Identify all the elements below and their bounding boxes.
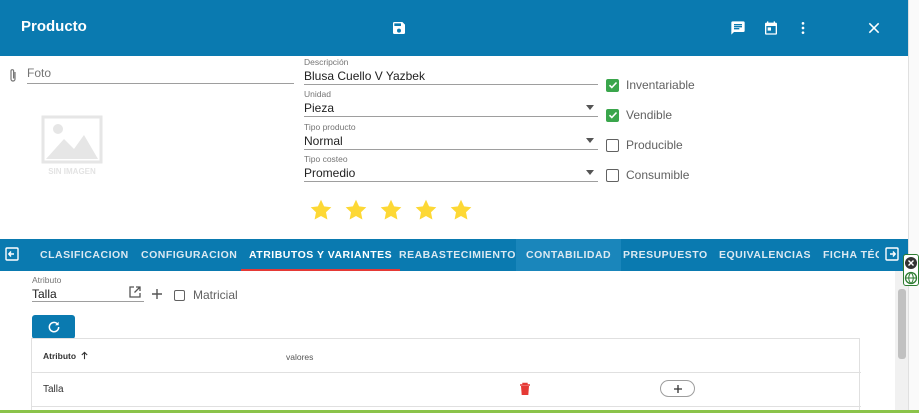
sort-ascending-icon[interactable] <box>80 351 89 360</box>
star-icon[interactable] <box>414 198 438 222</box>
delete-icon[interactable] <box>519 382 531 396</box>
unidad-label: Unidad <box>304 89 331 99</box>
star-icon[interactable] <box>379 198 403 222</box>
checkbox-unchecked-icon[interactable] <box>606 138 619 152</box>
more-vert-icon[interactable] <box>791 16 815 40</box>
tab-reabastecimiento[interactable]: REABASTECIMIENTO <box>399 239 516 271</box>
tab-equivalencias[interactable]: EQUIVALENCIAS <box>719 239 811 271</box>
vendible-label: Vendible <box>626 108 673 122</box>
active-tab-indicator <box>241 269 401 271</box>
descripcion-label: Descripción <box>304 57 349 67</box>
scrollbar-thumb[interactable] <box>898 289 906 359</box>
foto-field[interactable]: Foto <box>27 66 294 84</box>
refresh-icon <box>48 321 59 333</box>
checkbox-checked-icon[interactable] <box>606 78 619 92</box>
star-icon[interactable] <box>309 198 333 222</box>
column-header-atributo-label: Atributo <box>43 351 77 361</box>
no-image-placeholder: SIN IMAGEN <box>40 115 104 177</box>
star-icon[interactable] <box>449 198 473 222</box>
tipo-costeo-field[interactable]: Tipo costeo Promedio <box>304 154 598 182</box>
tipo-producto-select[interactable]: Normal <box>304 133 598 150</box>
tipo-costeo-label: Tipo costeo <box>304 154 348 164</box>
tab-contabilidad[interactable]: CONTABILIDAD <box>516 239 622 271</box>
unidad-field[interactable]: Unidad Pieza <box>304 89 598 117</box>
row-divider <box>32 406 861 407</box>
matricial-checkbox[interactable]: Matricial <box>174 288 238 302</box>
star-icon[interactable] <box>344 198 368 222</box>
descripcion-input[interactable]: Blusa Cuello V Yazbek <box>304 68 598 85</box>
checkbox-unchecked-icon[interactable] <box>606 168 619 182</box>
tab-scroll-left-icon[interactable] <box>5 247 19 261</box>
checkbox-checked-icon[interactable] <box>606 108 619 122</box>
add-value-button[interactable] <box>660 380 695 397</box>
side-panel-strip <box>908 0 919 413</box>
side-floating-buttons <box>903 254 919 286</box>
tab-atributos-variantes-label: ATRIBUTOS Y VARIANTES <box>249 249 393 261</box>
close-icon[interactable] <box>862 16 886 40</box>
tab-configuracion[interactable]: CONFIGURACION <box>141 239 237 271</box>
globe-icon[interactable] <box>904 271 918 285</box>
row-divider <box>32 372 861 373</box>
calendar-icon[interactable] <box>759 16 783 40</box>
dialog-title: Producto <box>21 18 87 35</box>
consumible-checkbox[interactable]: Consumible <box>606 168 689 182</box>
dropdown-arrow-icon[interactable] <box>586 105 594 110</box>
foto-label: Foto <box>27 66 52 80</box>
no-image-text: SIN IMAGEN <box>48 167 96 176</box>
tipo-producto-label: Tipo producto <box>304 122 356 132</box>
descripcion-field[interactable]: Descripción Blusa Cuello V Yazbek <box>304 57 598 85</box>
unidad-select[interactable]: Pieza <box>304 100 598 117</box>
atributo-label: Atributo <box>32 275 62 285</box>
tipo-producto-field[interactable]: Tipo producto Normal <box>304 122 598 150</box>
inventariable-label: Inventariable <box>626 78 695 92</box>
tab-bar: CLASIFICACION CONFIGURACION ATRIBUTOS Y … <box>0 239 908 271</box>
tab-atributos-variantes[interactable]: ATRIBUTOS Y VARIANTES <box>241 239 401 271</box>
column-header-valores: valores <box>286 352 314 362</box>
tipo-costeo-select[interactable]: Promedio <box>304 165 598 182</box>
comment-icon[interactable] <box>726 16 750 40</box>
refresh-button[interactable] <box>32 315 75 339</box>
tab-scroll-right-icon[interactable] <box>885 247 899 261</box>
inventariable-checkbox[interactable]: Inventariable <box>606 78 695 92</box>
consumible-label: Consumible <box>626 168 690 182</box>
add-icon <box>673 384 682 393</box>
product-dialog: Producto Foto SIN IMAGEN Descripción Blu… <box>0 0 919 413</box>
matricial-label: Matricial <box>193 288 238 302</box>
save-icon[interactable] <box>387 16 411 40</box>
tab-presupuesto[interactable]: PRESUPUESTO <box>623 239 708 271</box>
producible-label: Producible <box>626 138 683 152</box>
attach-icon[interactable] <box>7 68 19 84</box>
table-cell-atributo: Talla <box>43 384 64 395</box>
checkbox-unchecked-icon[interactable] <box>174 289 185 301</box>
producible-checkbox[interactable]: Producible <box>606 138 683 152</box>
atributos-table: Atributo valores Talla <box>31 338 861 413</box>
dialog-header: Producto <box>0 0 908 56</box>
dropdown-arrow-icon[interactable] <box>586 170 594 175</box>
column-header-atributo[interactable]: Atributo <box>43 351 89 361</box>
dropdown-arrow-icon[interactable] <box>586 138 594 143</box>
open-external-icon[interactable] <box>128 285 142 299</box>
add-icon[interactable] <box>151 288 163 300</box>
rating-stars[interactable] <box>309 198 484 222</box>
unidad-value: Pieza <box>304 101 335 115</box>
vendible-checkbox[interactable]: Vendible <box>606 108 672 122</box>
tipo-producto-value: Normal <box>304 134 343 148</box>
close-circle-icon[interactable] <box>904 256 918 270</box>
tipo-costeo-value: Promedio <box>304 166 356 180</box>
tab-ficha-tecnica[interactable]: FICHA TÉC <box>823 239 879 271</box>
tab-clasificacion[interactable]: CLASIFICACION <box>40 239 129 271</box>
